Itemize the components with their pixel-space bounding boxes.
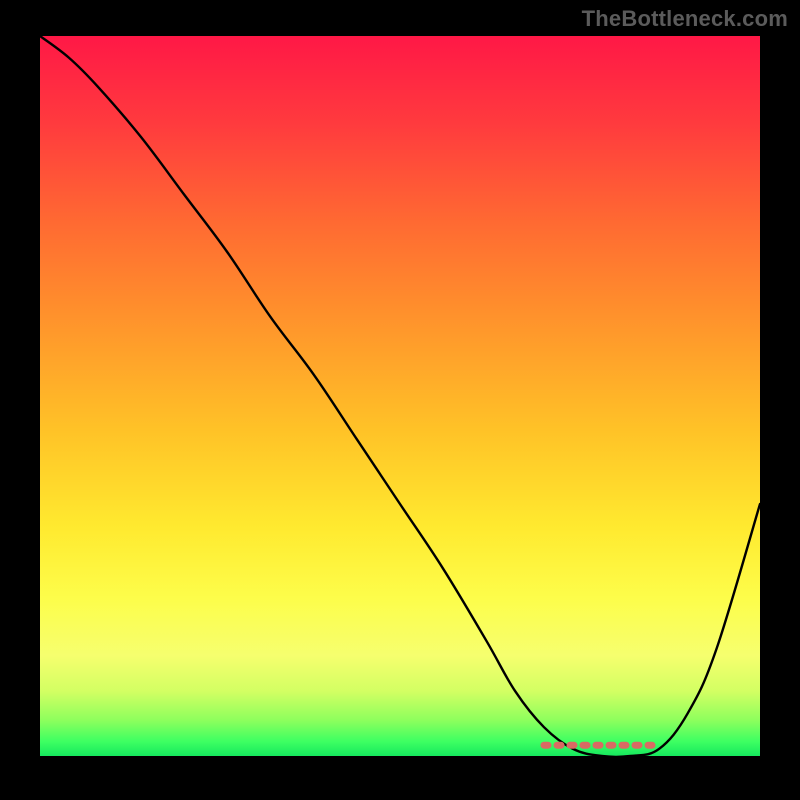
bottleneck-curve-svg	[40, 36, 760, 756]
bottleneck-curve-line	[40, 36, 760, 756]
gradient-plot-area	[40, 36, 760, 756]
watermark-text: TheBottleneck.com	[582, 6, 788, 32]
chart-frame: TheBottleneck.com	[0, 0, 800, 800]
